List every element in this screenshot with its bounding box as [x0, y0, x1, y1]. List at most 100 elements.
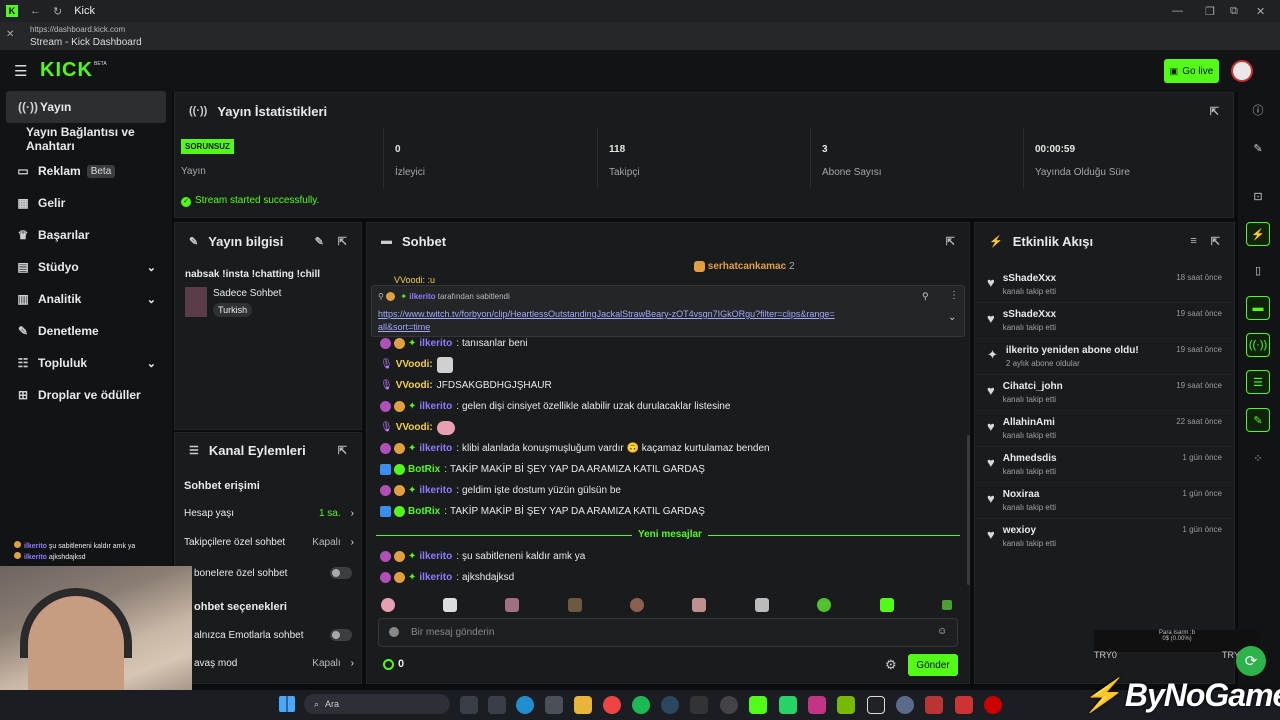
- close-popup-icon[interactable]: ✕: [6, 29, 14, 40]
- obs-icon[interactable]: [720, 696, 738, 714]
- minimize-icon[interactable]: —: [1172, 5, 1183, 17]
- chevron-right-icon: ›: [350, 537, 354, 548]
- whatsapp-icon[interactable]: [779, 696, 797, 714]
- followers-only-row[interactable]: Takipçilere özel sohbet Kapalı ›: [184, 537, 354, 548]
- emote-7[interactable]: [755, 598, 769, 612]
- close-icon[interactable]: ✕: [1256, 5, 1265, 18]
- chat-scrollbar[interactable]: [967, 435, 970, 585]
- bynogame-watermark: ⚡ ByNoGame: [1082, 677, 1280, 713]
- sidebar-item-achievements[interactable]: ♛ Başarılar: [0, 219, 172, 251]
- taskbar-search[interactable]: ⌕ Ara: [304, 694, 450, 714]
- more-options-icon[interactable]: ⋮: [949, 290, 959, 301]
- sidebar-item-studio[interactable]: ▤ Stüdyo ⌄: [0, 251, 172, 283]
- app-icon-2[interactable]: [896, 696, 914, 714]
- task-view-icon[interactable]: [460, 696, 478, 714]
- list-icon[interactable]: ☰: [1246, 370, 1270, 394]
- back-icon[interactable]: ←: [30, 5, 41, 17]
- menu-icon[interactable]: ☰: [14, 62, 27, 80]
- gog-icon[interactable]: [867, 696, 885, 714]
- go-live-button[interactable]: ▣ Go live: [1164, 59, 1219, 83]
- emote-8[interactable]: [817, 598, 831, 612]
- opera-icon[interactable]: [984, 696, 1002, 714]
- url-text[interactable]: https://dashboard.kick.com: [30, 25, 125, 34]
- chat-icon[interactable]: ▬: [1246, 296, 1270, 320]
- pinned-link[interactable]: https://www.twitch.tv/forbyon/clip/Heart…: [378, 308, 838, 334]
- chat-access-heading: Sohbet erişimi: [184, 480, 260, 492]
- sidebar-item-analytics[interactable]: ▥ Analitik ⌄: [0, 283, 172, 315]
- emote-4[interactable]: [568, 598, 582, 612]
- edit-icon[interactable]: ✎: [1246, 136, 1270, 160]
- app-icon-3[interactable]: [925, 696, 943, 714]
- nvidia-icon[interactable]: [837, 696, 855, 714]
- chat-input-box[interactable]: Bir mesaj gönderin ☺: [378, 618, 958, 647]
- sidebar-item-ads[interactable]: ▭ Reklam Beta: [0, 155, 172, 187]
- emote-10[interactable]: [942, 600, 952, 610]
- send-button[interactable]: Gönder: [908, 654, 958, 676]
- kick-taskbar-icon[interactable]: [749, 696, 767, 714]
- expand-chevron-icon[interactable]: ⌄: [948, 312, 956, 323]
- emote-3[interactable]: [505, 598, 519, 612]
- avatar[interactable]: [1231, 60, 1253, 82]
- language-tag: Turkish: [213, 303, 253, 317]
- wrench-rail-icon[interactable]: ✎: [1246, 408, 1270, 432]
- emote-9[interactable]: [880, 598, 894, 612]
- popout-icon[interactable]: ⇱: [338, 235, 347, 248]
- maximize-icon[interactable]: ❐: [1205, 5, 1215, 18]
- capture-icon[interactable]: ⊡: [1246, 184, 1270, 208]
- popout-icon[interactable]: ⇱: [338, 444, 347, 457]
- subs-only-toggle[interactable]: [330, 567, 352, 579]
- sidebar-item-revenue[interactable]: ▦ Gelir: [0, 187, 172, 219]
- app-icon[interactable]: [488, 696, 506, 714]
- store-icon[interactable]: [545, 696, 563, 714]
- apps-icon[interactable]: ⁘: [1246, 446, 1270, 470]
- restore-icon[interactable]: ⧉: [1230, 5, 1238, 18]
- emote-2[interactable]: [443, 598, 457, 612]
- emote-image: [436, 420, 455, 435]
- sidebar-item-stream-key[interactable]: Yayın Bağlantısı ve Anahtarı: [0, 123, 172, 155]
- epic-icon[interactable]: [690, 696, 708, 714]
- kick-logo[interactable]: KICK: [40, 59, 93, 82]
- instagram-icon[interactable]: [808, 696, 826, 714]
- edge-icon[interactable]: [516, 696, 534, 714]
- slow-mode-row[interactable]: avaş mod Kapalı ›: [184, 658, 354, 669]
- info-icon[interactable]: ⓘ: [1246, 98, 1270, 122]
- emote-picker-icon[interactable]: [389, 627, 399, 637]
- channel-points[interactable]: 0: [383, 658, 404, 670]
- account-age-row[interactable]: Hesap yaşı 1 sa. ›: [184, 508, 354, 519]
- sidebar-item-stream[interactable]: ((·)) Yayın: [6, 91, 166, 123]
- emote-only-row[interactable]: alnızca Emotlarla sohbet: [184, 629, 354, 641]
- activity-event: ♥ Ahmedsdis kanalı takip etti 1 gün önce: [975, 447, 1234, 483]
- popout-icon[interactable]: ⇱: [1211, 235, 1220, 248]
- chat-input[interactable]: Bir mesaj gönderin: [411, 627, 494, 638]
- spotify-icon[interactable]: [632, 696, 650, 714]
- partial-chat-line: VVoodi: :u: [394, 275, 436, 285]
- chat-settings-icon[interactable]: ⚙: [885, 657, 897, 673]
- emote-1[interactable]: [381, 598, 395, 612]
- folder-icon[interactable]: [574, 696, 592, 714]
- subs-only-row[interactable]: boneIere özel sohbet: [184, 567, 354, 579]
- emote-6[interactable]: [692, 598, 706, 612]
- category-name[interactable]: Sadece Sohbet: [213, 288, 281, 299]
- sidebar-item-moderation[interactable]: ✎ Denetleme: [0, 315, 172, 347]
- lightning-icon: ⚡: [989, 235, 1003, 248]
- edit-pencil-icon[interactable]: ✎: [315, 235, 324, 248]
- steam-icon[interactable]: [661, 696, 679, 714]
- lightning-icon[interactable]: ⚡: [1246, 222, 1270, 246]
- filter-icon[interactable]: ≡: [1190, 235, 1196, 247]
- logo-beta: BETA: [94, 61, 107, 67]
- emote-only-toggle[interactable]: [330, 629, 352, 641]
- broadcast-rail-icon[interactable]: ((·)): [1246, 333, 1270, 357]
- document-icon[interactable]: ▯: [1246, 258, 1270, 282]
- emote-5[interactable]: [630, 598, 644, 612]
- popout-icon[interactable]: ⇱: [946, 235, 955, 248]
- reload-icon[interactable]: ↻: [53, 5, 62, 18]
- activity-event: ♥ Cihatci_john kanalı takip etti 19 saat ön…: [975, 375, 1234, 411]
- popout-icon[interactable]: ⇱: [1210, 105, 1219, 118]
- app-icon-4[interactable]: [955, 696, 973, 714]
- sidebar-item-drops[interactable]: ⊞ Droplar ve ödüller: [0, 379, 172, 411]
- windows-start-icon[interactable]: [279, 696, 295, 712]
- unpin-icon[interactable]: ⚲: [922, 291, 929, 302]
- chrome-icon[interactable]: [603, 696, 621, 714]
- smiley-icon[interactable]: ☺: [937, 626, 947, 637]
- sidebar-item-community[interactable]: ☷ Topluluk ⌄: [0, 347, 172, 379]
